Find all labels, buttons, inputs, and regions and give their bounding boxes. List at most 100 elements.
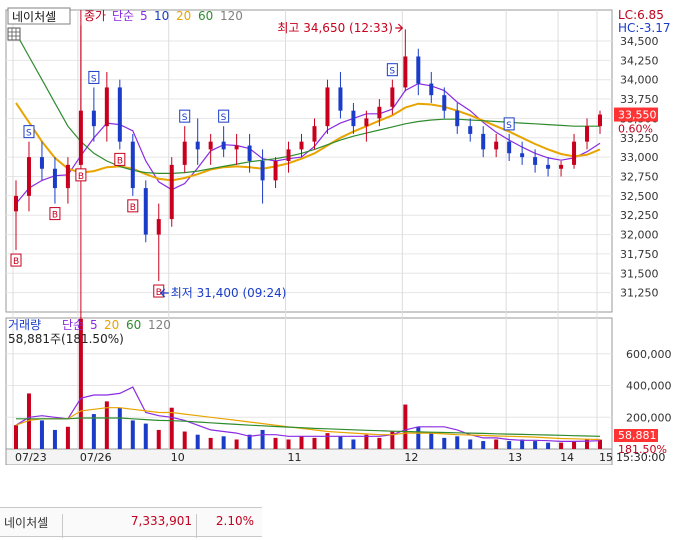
candle-body[interactable] [156, 219, 161, 235]
volume-bar[interactable] [221, 436, 226, 449]
candle-body[interactable] [325, 87, 330, 127]
candle-body[interactable] [572, 141, 577, 165]
volume-bar[interactable] [169, 407, 174, 449]
volume-bar[interactable] [273, 437, 278, 449]
candle-body[interactable] [468, 126, 473, 134]
candle-body[interactable] [299, 141, 304, 150]
volume-bar[interactable] [429, 433, 434, 449]
volume-bar[interactable] [299, 436, 304, 449]
candle-body[interactable] [377, 106, 382, 119]
volume-bar[interactable] [442, 437, 447, 449]
chart-svg[interactable]: 34,50034,25034,00033,75033,50033,25033,0… [0, 0, 682, 466]
volume-bar[interactable] [39, 420, 44, 449]
candle-body[interactable] [221, 141, 226, 150]
price-tick-label: 31,750 [620, 248, 659, 261]
price-tick-label: 32,750 [620, 170, 659, 183]
candle-body[interactable] [442, 95, 447, 111]
candle-body[interactable] [559, 164, 564, 169]
volume-bar[interactable] [260, 429, 265, 449]
candle-body[interactable] [247, 145, 252, 161]
candle-body[interactable] [520, 153, 525, 158]
volume-bar[interactable] [52, 429, 57, 449]
volume-bar[interactable] [234, 439, 239, 449]
candle-body[interactable] [494, 141, 499, 150]
volume-bar[interactable] [507, 441, 512, 449]
candle-body[interactable] [39, 157, 44, 169]
candle-body[interactable] [598, 114, 602, 127]
candle-body[interactable] [117, 87, 122, 142]
volume-bar[interactable] [14, 425, 18, 449]
candle-body[interactable] [52, 168, 57, 189]
stock-chart[interactable]: 34,50034,25034,00033,75033,50033,25033,0… [0, 0, 682, 466]
candle-body[interactable] [585, 126, 590, 142]
candle-body[interactable] [260, 161, 265, 181]
candle-body[interactable] [481, 133, 486, 150]
candle-body[interactable] [182, 141, 187, 165]
x-tick-label: 13 [508, 451, 522, 464]
current-volume-ratio: 181.50% [618, 443, 667, 456]
candle-body[interactable] [429, 83, 434, 96]
volume-bar[interactable] [546, 442, 551, 449]
candle-body[interactable] [130, 141, 135, 189]
candle-body[interactable] [546, 164, 551, 169]
candle-body[interactable] [208, 141, 213, 150]
candle-body[interactable] [455, 110, 460, 127]
volume-bar[interactable] [208, 437, 213, 449]
candle-body[interactable] [416, 56, 421, 84]
stock-name-label[interactable]: 네이처셀 [12, 10, 56, 24]
volume-bar[interactable] [533, 441, 538, 449]
candle-body[interactable] [78, 110, 83, 165]
volume-bar[interactable] [312, 437, 317, 449]
volume-bar[interactable] [130, 420, 135, 449]
volume-bar[interactable] [156, 429, 161, 449]
volume-bar[interactable] [468, 439, 473, 449]
grid-icon[interactable] [7, 27, 21, 41]
candle-body[interactable] [312, 126, 317, 142]
candle-body[interactable] [338, 87, 343, 111]
volume-bar[interactable] [325, 433, 330, 449]
signal-letter: B [13, 257, 19, 267]
candle-body[interactable] [403, 56, 408, 88]
volume-bar[interactable] [65, 426, 70, 449]
signal-letter: B [52, 211, 58, 221]
volume-bar[interactable] [351, 439, 356, 449]
volume-bar[interactable] [416, 426, 421, 449]
candle-body[interactable] [14, 195, 18, 212]
volume-bar[interactable] [403, 404, 408, 449]
volume-bar[interactable] [559, 442, 564, 449]
candle-body[interactable] [169, 164, 174, 220]
candle-body[interactable] [91, 110, 96, 127]
volume-bar[interactable] [143, 423, 148, 449]
volume-bar[interactable] [117, 407, 122, 449]
candle-body[interactable] [26, 157, 31, 196]
volume-bar[interactable] [377, 437, 382, 449]
candle-body[interactable] [507, 141, 512, 154]
candle-body[interactable] [273, 161, 278, 181]
candle-body[interactable] [104, 87, 109, 127]
volume-bar[interactable] [338, 436, 343, 449]
candle-body[interactable] [65, 164, 70, 189]
volume-bar[interactable] [104, 401, 109, 449]
volume-bar[interactable] [182, 431, 187, 449]
candle-body[interactable] [390, 87, 395, 107]
candle-body[interactable] [143, 188, 148, 235]
volume-bar[interactable] [494, 439, 499, 449]
candle-body[interactable] [195, 141, 200, 150]
candle-body[interactable] [286, 149, 291, 161]
x-tick-label: 14 [560, 451, 574, 464]
volume-bar[interactable] [286, 439, 291, 449]
volume-bar[interactable] [455, 436, 460, 449]
volume-bar[interactable] [572, 441, 577, 449]
candle-body[interactable] [364, 118, 369, 127]
volume-bar[interactable] [91, 414, 96, 449]
volume-bar[interactable] [520, 439, 525, 449]
candle-body[interactable] [234, 145, 239, 150]
volume-bar[interactable] [481, 441, 486, 449]
summary-row[interactable]: 네이처셀 7,333,901 2.10% [0, 507, 262, 538]
candle-body[interactable] [351, 110, 356, 127]
x-tick-label: 11 [288, 451, 302, 464]
volume-tick-label: 600,000 [626, 348, 672, 361]
summary-value: 7,333,901 [130, 514, 192, 528]
volume-bar[interactable] [195, 434, 200, 449]
candle-body[interactable] [533, 157, 538, 165]
